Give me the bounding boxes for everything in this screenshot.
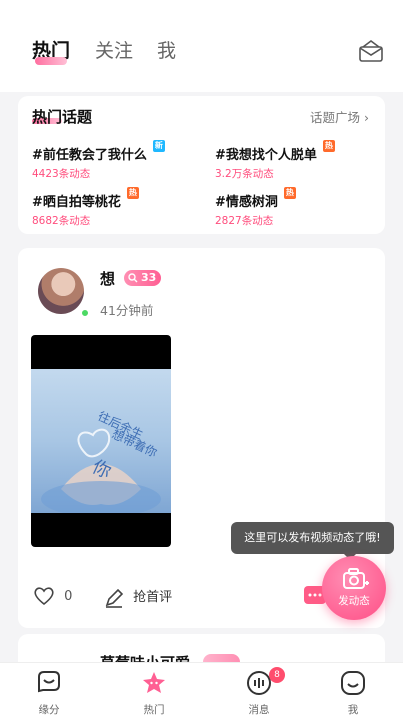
new-badge-icon: 新: [152, 140, 165, 152]
nav-hot[interactable]: 热门: [124, 663, 184, 718]
video-thumbnail[interactable]: 往后余生 想带着你 你: [31, 335, 171, 547]
nav-fate[interactable]: 缘分: [19, 663, 79, 718]
publish-post-button[interactable]: 发动态: [322, 556, 386, 620]
profile-icon: [341, 671, 365, 695]
topic-name: #前任教会了我什么: [32, 148, 147, 163]
hot-topics-title: 热门话题: [32, 108, 93, 126]
post-username[interactable]: 想: [100, 268, 115, 289]
publish-post-label: 发动态: [338, 595, 370, 607]
level-badge: 33: [124, 270, 161, 286]
bottom-nav: 缘分 热门 8 消息 我: [0, 662, 403, 718]
nav-profile-label: 我: [347, 704, 359, 716]
online-status-dot: [80, 308, 90, 318]
topic-name: #我想找个人脱单: [215, 148, 317, 163]
message-count-badge: 8: [269, 667, 285, 683]
topic-count: 8682条动态: [32, 215, 91, 227]
nav-profile[interactable]: 我: [323, 663, 383, 718]
heart-outline-icon: [34, 587, 54, 606]
pen-icon: [105, 588, 124, 608]
nav-fate-label: 缘分: [38, 704, 60, 716]
topic-item[interactable]: #晒自拍等桃花热 8682条动态: [32, 187, 202, 228]
post-time: 41分钟前: [100, 303, 154, 318]
topic-item[interactable]: #情感树洞热 2827条动态: [215, 187, 385, 228]
camera-icon: [343, 568, 369, 589]
nav-hot-label: 热门: [143, 704, 165, 716]
video-frame-image: 往后余生 想带着你 你: [31, 369, 171, 517]
topic-count: 4423条动态: [32, 168, 91, 180]
like-count: 0: [64, 588, 73, 604]
level-value: 33: [141, 271, 157, 284]
nav-messages-label: 消息: [248, 704, 270, 716]
comment-button[interactable]: 抢首评: [104, 586, 172, 608]
level-icon: [128, 273, 138, 283]
topic-name: #情感树洞: [215, 195, 278, 210]
topic-name: #晒自拍等桃花: [32, 195, 121, 210]
hot-topics-card: 热门话题 话题广场 › #前任教会了我什么新 4423条动态 #我想找个人脱单热…: [18, 96, 385, 234]
chevron-right-icon: ›: [364, 110, 369, 125]
topic-item[interactable]: #我想找个人脱单热 3.2万条动态: [215, 140, 385, 181]
topic-item[interactable]: #前任教会了我什么新 4423条动态: [32, 140, 202, 181]
nav-messages[interactable]: 8 消息: [229, 663, 289, 718]
mail-icon[interactable]: [359, 40, 383, 62]
comment-label: 抢首评: [133, 590, 173, 605]
top-header: 热门 关注 我: [0, 0, 403, 92]
hot-badge-icon: 热: [322, 140, 335, 152]
avatar[interactable]: [38, 268, 84, 314]
like-button[interactable]: 0: [33, 586, 72, 606]
topic-count: 3.2万条动态: [215, 168, 274, 180]
tab-me[interactable]: 我: [157, 36, 176, 63]
publish-video-tooltip: 这里可以发布视频动态了哦!: [231, 522, 394, 554]
hot-badge-icon: 热: [283, 187, 296, 199]
tab-follow[interactable]: 关注: [95, 36, 133, 63]
topic-square-link[interactable]: 话题广场 ›: [310, 107, 369, 126]
topic-count: 2827条动态: [215, 215, 274, 227]
topic-square-label: 话题广场: [310, 110, 361, 125]
heart-chat-icon: [38, 671, 60, 693]
hot-badge-icon: 热: [126, 187, 139, 199]
star-icon: [143, 672, 165, 693]
tab-hot-indicator: [35, 57, 67, 65]
